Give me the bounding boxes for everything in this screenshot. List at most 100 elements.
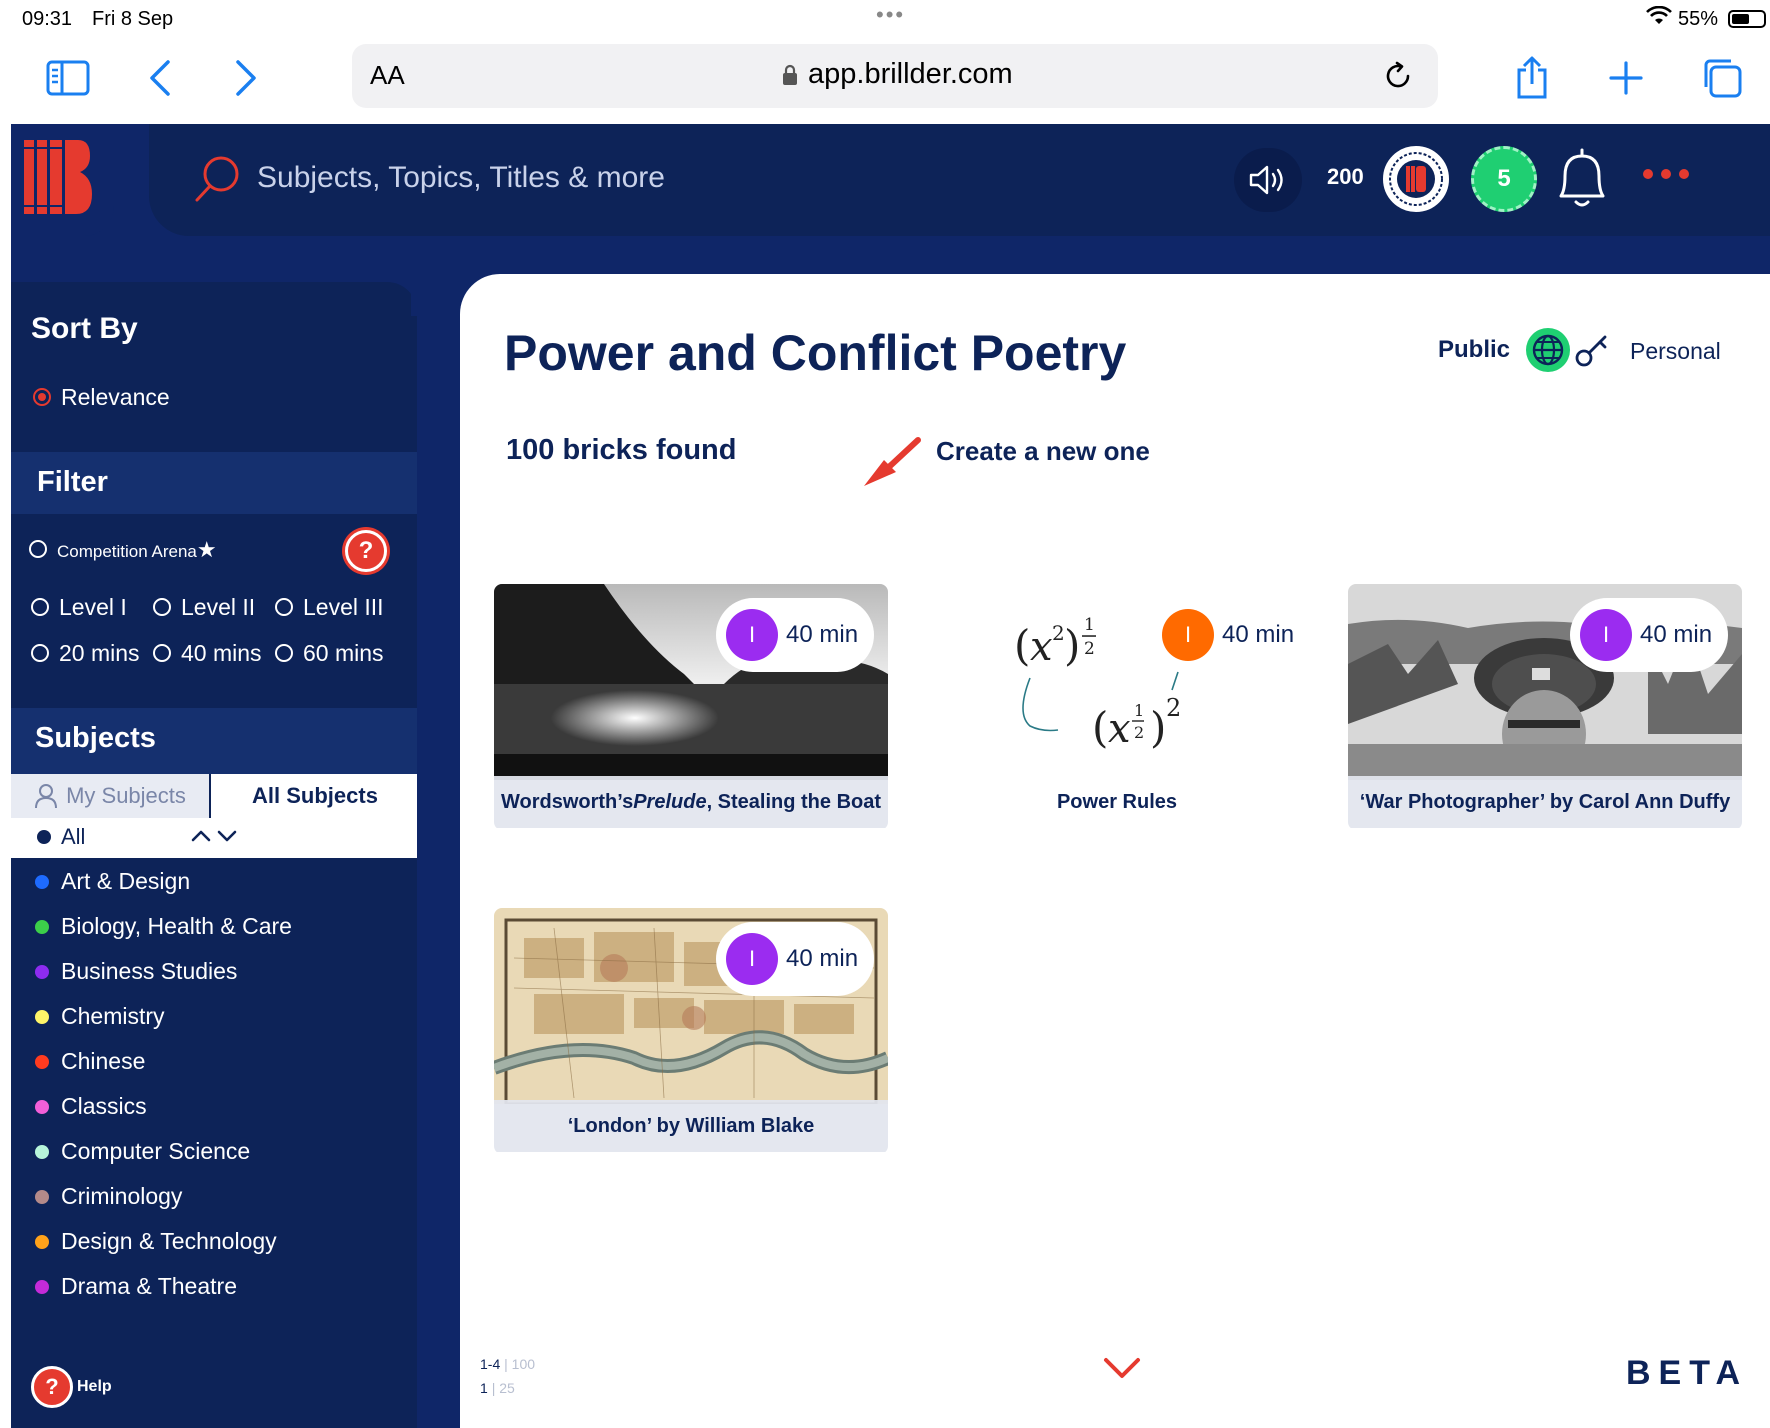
back-icon[interactable] [134, 52, 186, 104]
beta-label: BETA [1626, 1354, 1749, 1392]
subject-item[interactable]: Chinese [35, 1048, 145, 1075]
reload-icon[interactable] [1382, 60, 1414, 92]
multitask-dots-icon[interactable]: ••• [876, 2, 905, 28]
subject-dot [35, 1234, 49, 1249]
results-count: 100 bricks found [506, 434, 737, 466]
public-toggle-button[interactable] [1526, 328, 1570, 372]
level-1-radio[interactable]: Level I [31, 594, 127, 621]
sidebar-panel: Sort By Relevance Filter Competition Are… [11, 282, 417, 1428]
level-3-radio[interactable]: Level III [275, 594, 384, 621]
subject-item[interactable]: Business Studies [35, 958, 237, 985]
duration-40-radio[interactable]: 40 mins [153, 640, 262, 667]
subject-label: Chinese [61, 1048, 146, 1074]
svg-text:2: 2 [1052, 621, 1065, 645]
subject-label: Art & Design [61, 868, 191, 894]
brillder-logo[interactable] [11, 124, 114, 236]
battery-icon [1728, 10, 1766, 28]
sort-arrows-icon[interactable] [189, 820, 245, 848]
subject-dot [35, 919, 49, 934]
subject-item[interactable]: Drama & Theatre [35, 1273, 237, 1300]
brick-card[interactable]: ‘War Photographer’ by Carol Ann Duffy I4… [1348, 584, 1742, 830]
notification-bell-icon[interactable] [1551, 146, 1613, 212]
subject-item[interactable]: Design & Technology [35, 1228, 277, 1255]
subject-dot [35, 964, 49, 979]
subject-dot [35, 874, 49, 889]
competition-arena-radio[interactable]: Competition Arena★ [29, 536, 217, 563]
brick-card[interactable]: (x 2) 12 (x 12 ) 2 Power Rules I 40 min [920, 584, 1314, 830]
sound-toggle-button[interactable] [1234, 148, 1302, 212]
public-label: Public [1438, 336, 1511, 363]
subject-list: Art & Design Biology, Health & Care Busi… [11, 858, 417, 1346]
brillder-logo-icon [24, 140, 92, 214]
competition-help-icon[interactable]: ? [345, 530, 387, 572]
duration-20-radio[interactable]: 20 mins [31, 640, 140, 667]
help-label: Help [77, 1378, 112, 1395]
subject-item[interactable]: Chemistry [35, 1003, 165, 1030]
radio-icon [153, 643, 171, 662]
sort-relevance-radio[interactable]: Relevance [33, 384, 170, 411]
subject-label: Business Studies [61, 958, 238, 984]
level-badge[interactable]: 5 [1471, 146, 1537, 212]
subject-dot [35, 1099, 49, 1114]
svg-text:1: 1 [1084, 615, 1095, 635]
forward-icon[interactable] [220, 52, 272, 104]
globe-icon [1532, 334, 1564, 366]
level-1-label: Level I [59, 594, 127, 620]
search-icon[interactable] [193, 154, 243, 204]
new-tab-icon[interactable] [1600, 52, 1652, 104]
brick-title: ‘War Photographer’ by Carol Ann Duffy [1348, 776, 1742, 828]
help-icon: ? [31, 1366, 73, 1408]
tabs-overview-icon[interactable] [1696, 52, 1748, 104]
subject-tabs: My Subjects All Subjects All [11, 774, 417, 858]
battery-percent: 55% [1678, 8, 1719, 30]
svg-text:2: 2 [1166, 694, 1181, 722]
duration-60-radio[interactable]: 60 mins [275, 640, 384, 667]
brick-card[interactable]: ‘London’ by William Blake I 40 min [494, 908, 888, 1154]
tab-my-subjects[interactable]: My Subjects [11, 774, 211, 818]
subject-item[interactable]: Biology, Health & Care [35, 913, 292, 940]
browser-toolbar: AA app.brillder.com [0, 38, 1770, 124]
trowel-icon[interactable] [862, 430, 928, 490]
key-icon[interactable] [1574, 332, 1610, 368]
help-button[interactable]: ? Help [31, 1366, 112, 1408]
sidebar-toggle-icon[interactable] [42, 52, 94, 104]
duration-label: 40 min [786, 621, 859, 648]
level-2-radio[interactable]: Level II [153, 594, 255, 621]
more-menu-icon[interactable] [1643, 164, 1703, 184]
duration-label: 40 min [1640, 621, 1713, 648]
status-date: Fri 8 Sep [92, 8, 174, 30]
brick-title: ‘London’ by William Blake [494, 1100, 888, 1152]
brick-coin-icon[interactable] [1383, 146, 1449, 212]
status-time: 09:31 [22, 8, 73, 30]
brick-card[interactable]: Wordsworth’s Prelude, Stealing the Boat … [494, 584, 888, 830]
subject-label: Classics [61, 1093, 147, 1119]
reader-aa-button[interactable]: AA [370, 60, 405, 91]
search-bar: 200 5 [149, 124, 1770, 236]
radio-icon [29, 539, 47, 558]
chevron-down-icon[interactable] [1100, 1354, 1144, 1384]
subject-item[interactable]: Computer Science [35, 1138, 250, 1165]
subject-all-item[interactable]: All [37, 824, 85, 850]
personal-label[interactable]: Personal [1630, 338, 1721, 365]
duration-label: 40 min [786, 945, 859, 972]
radio-icon [153, 597, 171, 616]
subject-label: Design & Technology [61, 1228, 277, 1254]
tab-all-subjects-label: All Subjects [252, 783, 378, 808]
competition-arena-label: Competition Arena [57, 542, 197, 561]
brick-title: Wordsworth’s Prelude, Stealing the Boat [494, 776, 888, 828]
subject-item[interactable]: Criminology [35, 1183, 182, 1210]
level-indicator: I [1162, 609, 1214, 661]
filter-heading: Filter [37, 466, 108, 498]
svg-text:2: 2 [1134, 723, 1144, 742]
tab-my-subjects-label: My Subjects [66, 783, 186, 808]
share-icon[interactable] [1506, 52, 1558, 104]
subject-label: Computer Science [61, 1138, 251, 1164]
subject-item[interactable]: Art & Design [35, 868, 190, 895]
search-input[interactable] [257, 150, 857, 206]
tab-all-subjects[interactable]: All Subjects [213, 774, 417, 818]
brick-badge: I 40 min [1570, 598, 1728, 672]
address-bar[interactable]: AA app.brillder.com [352, 44, 1438, 108]
subject-item[interactable]: Classics [35, 1093, 147, 1120]
level-indicator: I [726, 609, 778, 661]
create-new-link[interactable]: Create a new one [936, 436, 1150, 467]
